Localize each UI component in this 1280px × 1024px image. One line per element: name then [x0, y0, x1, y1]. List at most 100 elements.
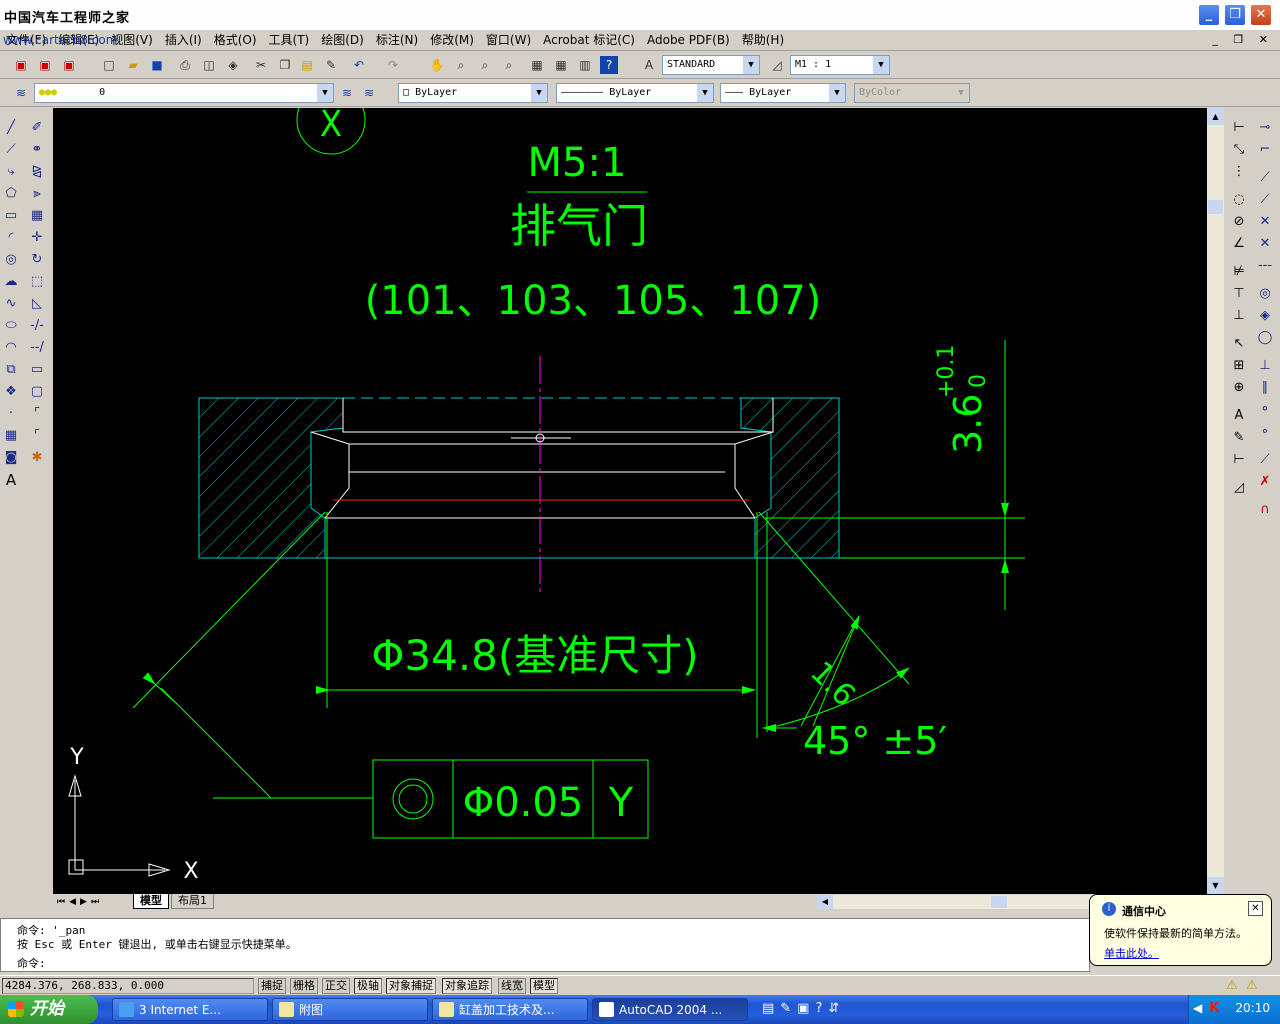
task-folder[interactable]: 附图: [272, 998, 428, 1021]
open-file-icon[interactable]: ▰: [124, 56, 142, 74]
snap-center-icon[interactable]: ◎: [1255, 284, 1275, 304]
color-select[interactable]: □ ByLayer ▼: [398, 83, 548, 103]
minimize-button[interactable]: _: [1198, 4, 1220, 26]
temp-track-icon[interactable]: ⊸: [1255, 118, 1275, 138]
redo-icon[interactable]: ↷: [384, 56, 402, 74]
chamfer-icon[interactable]: ⌜: [27, 404, 47, 424]
region-icon[interactable]: ◙: [1, 448, 21, 468]
lineweight-select[interactable]: ——— ByLayer ▼: [720, 83, 846, 103]
chevron-down-icon[interactable]: ▼: [829, 84, 845, 102]
menu-item-3[interactable]: 插入(I): [159, 31, 208, 50]
publish-icon[interactable]: ◈: [224, 56, 242, 74]
maximize-button[interactable]: ❐: [1224, 4, 1246, 26]
menu-item-8[interactable]: 修改(M): [424, 31, 480, 50]
linear-dim-icon[interactable]: ⊢: [1229, 118, 1249, 138]
vertical-scrollbar[interactable]: ▲ ▼: [1207, 108, 1224, 894]
new-file-icon[interactable]: □: [100, 56, 118, 74]
menu-item-7[interactable]: 标注(N): [370, 31, 424, 50]
design-center-icon[interactable]: ▦: [552, 56, 570, 74]
scroll-up-icon[interactable]: ▲: [1207, 108, 1224, 125]
osnap-toggle[interactable]: 对象捕捉: [386, 978, 436, 994]
extend-icon[interactable]: --/: [27, 338, 47, 358]
ordinate-dim-icon[interactable]: ⋮: [1229, 162, 1249, 182]
zoom-window-icon[interactable]: ⌕: [476, 56, 494, 74]
rotate-icon[interactable]: ↻: [27, 250, 47, 270]
revision-cloud-icon[interactable]: ☁: [1, 272, 21, 292]
task-autocad[interactable]: AutoCAD 2004 ...: [592, 998, 748, 1021]
plot-preview-icon[interactable]: ◫: [200, 56, 218, 74]
grid-toggle[interactable]: 栅格: [290, 978, 318, 994]
erase-icon[interactable]: ✐: [27, 118, 47, 138]
match-properties-icon[interactable]: ✎: [322, 56, 340, 74]
lineweight-toggle[interactable]: 线宽: [498, 978, 526, 994]
move-icon[interactable]: ✛: [27, 228, 47, 248]
angular-dim-icon[interactable]: ∠: [1229, 234, 1249, 254]
radius-dim-icon[interactable]: ◌: [1229, 190, 1249, 210]
scale-icon[interactable]: ⬚: [27, 272, 47, 292]
close-button[interactable]: ✕: [1250, 4, 1272, 26]
drawing-canvas[interactable]: X M5:1 排气门 (101、103、105、107) Φ34.8(基准尺寸)…: [53, 108, 1207, 894]
pdf-review-icon[interactable]: ▣: [60, 56, 78, 74]
copy-icon[interactable]: ❐: [276, 56, 294, 74]
arc-icon[interactable]: ◜: [1, 228, 21, 248]
zoom-previous-icon[interactable]: ⌕: [500, 56, 518, 74]
layer-manager-icon[interactable]: ≋: [12, 84, 30, 102]
dim-text-edit-icon[interactable]: ✎: [1229, 428, 1249, 448]
quick-launch-icons[interactable]: ▤✎▣?⇵: [762, 1001, 845, 1016]
menu-item-9[interactable]: 窗口(W): [480, 31, 537, 50]
pdf-email-icon[interactable]: ▣: [36, 56, 54, 74]
undo-icon[interactable]: ↶: [350, 56, 368, 74]
spline-icon[interactable]: ∿: [1, 294, 21, 314]
properties-icon[interactable]: ▦: [528, 56, 546, 74]
join-icon[interactable]: ▢: [27, 382, 47, 402]
insert-block-icon[interactable]: ⧉: [1, 360, 21, 380]
scroll-left-icon[interactable]: ◀: [817, 895, 833, 909]
chevron-down-icon[interactable]: ▼: [743, 56, 759, 74]
snap-endpoint-icon[interactable]: ⟋: [1255, 168, 1275, 188]
snap-extension-icon[interactable]: ---: [1255, 256, 1275, 276]
menu-item-5[interactable]: 工具(T): [263, 31, 316, 50]
line-icon[interactable]: ╱: [1, 118, 21, 138]
ortho-toggle[interactable]: 正交: [322, 978, 350, 994]
tab-nav-icons[interactable]: ⏮◀▶⏭: [57, 894, 103, 910]
snap-insert-icon[interactable]: ⚬: [1255, 400, 1275, 420]
linetype-select[interactable]: ——————— ByLayer ▼: [556, 83, 714, 103]
paste-icon[interactable]: ▤: [298, 56, 316, 74]
tray-settings-icon[interactable]: ⚠: [1246, 978, 1258, 993]
make-block-icon[interactable]: ❖: [1, 382, 21, 402]
scroll-thumb[interactable]: [1208, 200, 1223, 214]
diameter-dim-icon[interactable]: ⊘: [1229, 212, 1249, 232]
snap-none-icon[interactable]: ✗: [1255, 472, 1275, 492]
dim-update-icon[interactable]: ⊢: [1229, 450, 1249, 470]
start-button[interactable]: 开始: [0, 995, 98, 1024]
circle-icon[interactable]: ◎: [1, 250, 21, 270]
center-mark-icon[interactable]: ⊕: [1229, 378, 1249, 398]
break-icon[interactable]: ▭: [27, 360, 47, 380]
chevron-down-icon[interactable]: ▼: [873, 56, 889, 74]
offset-icon[interactable]: ⫸: [27, 184, 47, 204]
warning-icon[interactable]: ⚠: [1226, 978, 1238, 993]
snap-intersection-icon[interactable]: ✕: [1255, 212, 1275, 232]
snap-from-icon[interactable]: ⌐: [1255, 140, 1275, 160]
antivirus-icon[interactable]: K: [1209, 1000, 1220, 1016]
point-icon[interactable]: ·: [1, 404, 21, 424]
menu-item-11[interactable]: Adobe PDF(B): [641, 31, 736, 50]
menu-item-6[interactable]: 绘图(D): [315, 31, 370, 50]
tolerance-icon[interactable]: ⊞: [1229, 356, 1249, 376]
menu-item-4[interactable]: 格式(O): [208, 31, 263, 50]
balloon-link[interactable]: 单击此处。: [1104, 945, 1263, 961]
polygon-icon[interactable]: ⬠: [1, 184, 21, 204]
tool-palettes-icon[interactable]: ▥: [576, 56, 594, 74]
snap-tangent-icon[interactable]: ◯: [1255, 328, 1275, 348]
help-icon[interactable]: ?: [600, 56, 618, 74]
tray-expand-icon[interactable]: ◀: [1193, 1001, 1202, 1015]
snap-toggle[interactable]: 捕捉: [258, 978, 286, 994]
copy-object-icon[interactable]: ⚭: [27, 140, 47, 160]
baseline-dim-icon[interactable]: ⊤: [1229, 284, 1249, 304]
menu-item-10[interactable]: Acrobat 标记(C): [537, 31, 641, 50]
chevron-down-icon[interactable]: ▼: [317, 84, 333, 102]
dim-edit-icon[interactable]: A: [1229, 406, 1249, 426]
layer-previous-icon[interactable]: ≋: [360, 84, 378, 102]
ellipse-icon[interactable]: ⬭: [1, 316, 21, 336]
task-folder-2[interactable]: 缸盖加工技术及...: [432, 998, 588, 1021]
